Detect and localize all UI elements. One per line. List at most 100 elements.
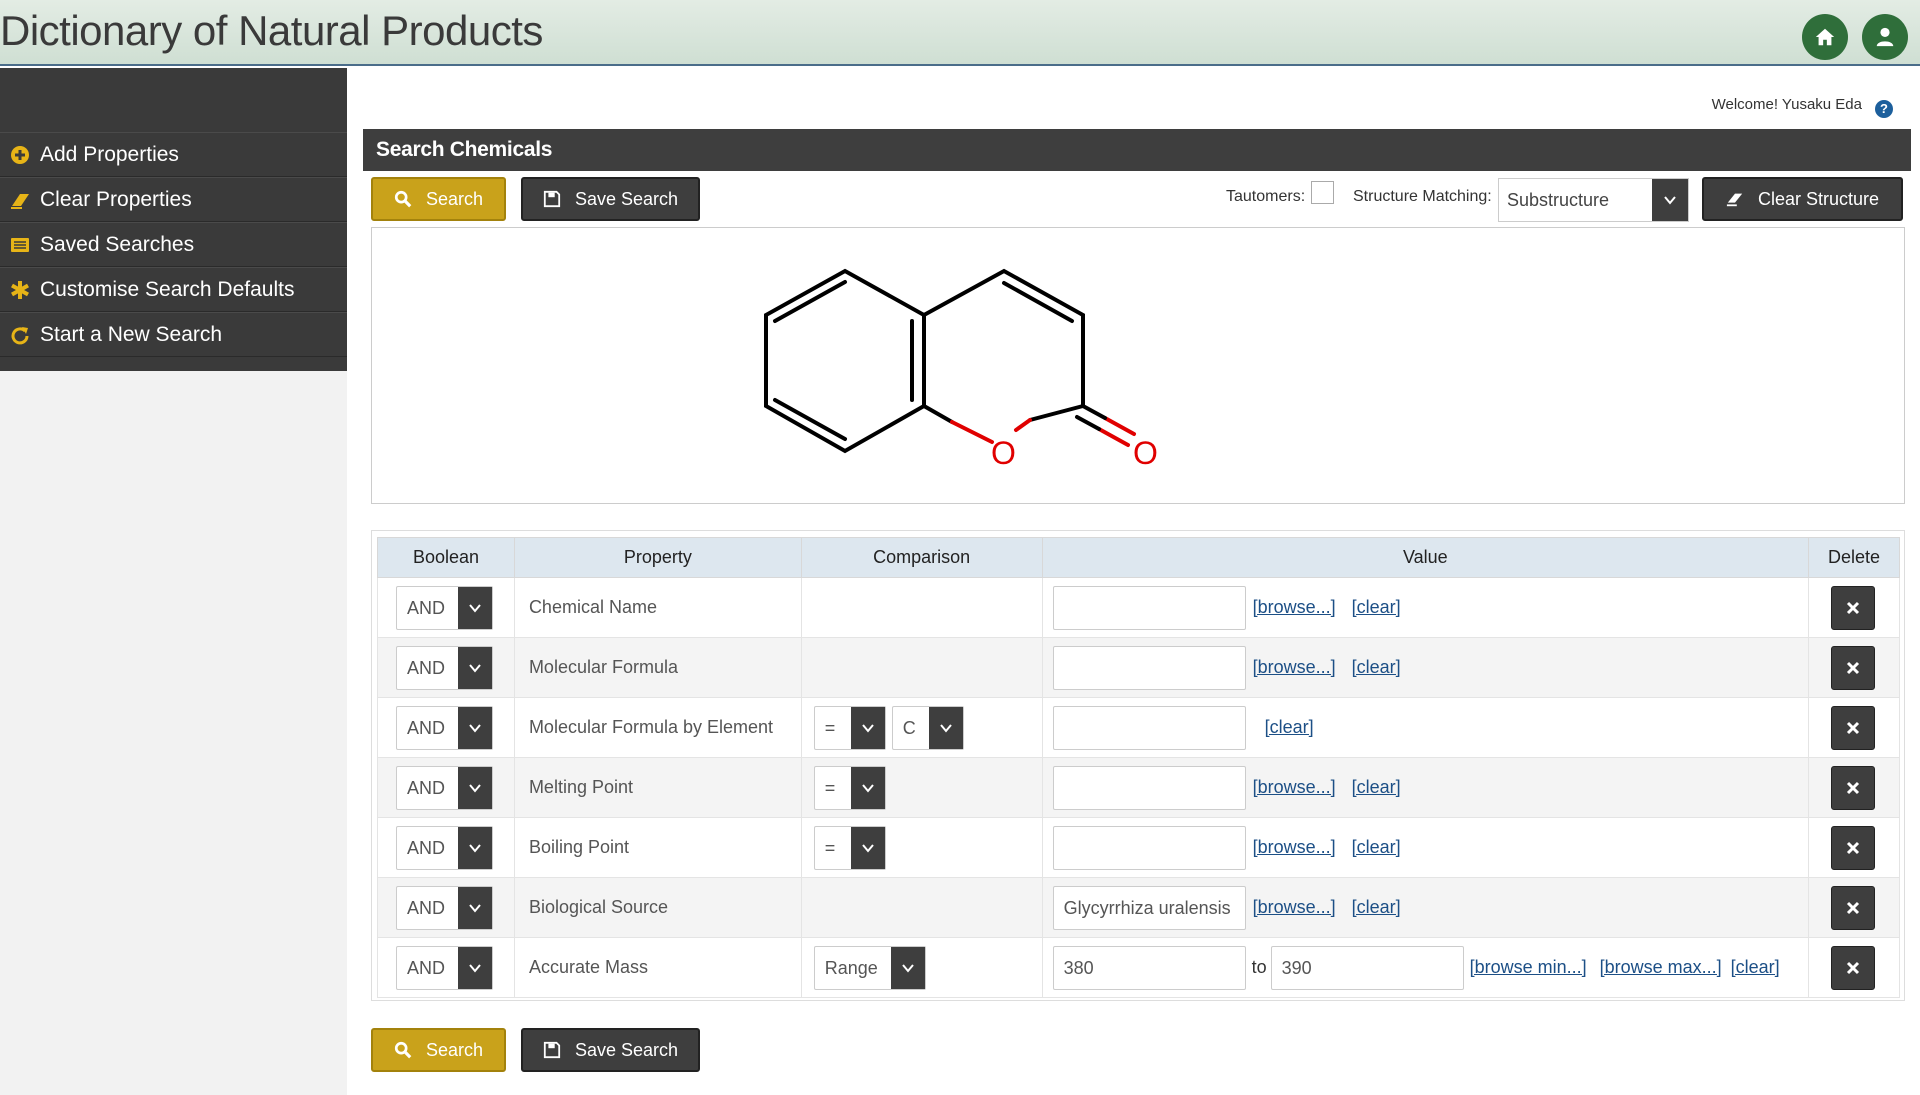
chevron-down-icon [850, 707, 885, 749]
value-input[interactable] [1052, 586, 1246, 630]
table-row: AND Molecular Formula [browse...] [clear… [377, 637, 1900, 698]
structure-editor[interactable]: O O [371, 227, 1905, 504]
clear-link[interactable]: [clear] [1352, 777, 1401, 798]
structure-matching-label: Structure Matching: [1353, 188, 1492, 205]
boolean-select[interactable]: AND [396, 646, 493, 690]
structure-matching-select[interactable]: Substructure [1498, 178, 1689, 222]
list-icon [10, 235, 30, 255]
browse-link[interactable]: [browse...] [1253, 657, 1336, 678]
boolean-select[interactable]: AND [396, 706, 493, 750]
delete-row-button[interactable] [1831, 826, 1876, 870]
comparison-select[interactable]: = [813, 766, 886, 810]
sidebar-item-clear-properties[interactable]: Clear Properties [0, 177, 347, 222]
table-row: AND Boiling Point = [browse...] [clear] [377, 817, 1900, 878]
browse-min-link[interactable]: [browse min...] [1470, 957, 1587, 978]
property-label: Biological Source [528, 897, 669, 917]
comparison-select[interactable]: = [813, 706, 886, 750]
home-button[interactable] [1802, 14, 1848, 60]
sidebar-item-add-properties[interactable]: Add Properties [0, 132, 347, 177]
close-icon [1846, 721, 1860, 735]
comparison-select[interactable]: Range [813, 946, 926, 990]
help-icon[interactable]: ? [1875, 100, 1893, 118]
search-icon [394, 1041, 412, 1059]
delete-row-button[interactable] [1831, 946, 1876, 990]
sidebar-item-customise-defaults[interactable]: Customise Search Defaults [0, 267, 347, 312]
clear-link[interactable]: [clear] [1352, 657, 1401, 678]
delete-row-button[interactable] [1831, 586, 1876, 630]
value-input[interactable] [1052, 706, 1246, 750]
user-button[interactable] [1862, 14, 1908, 60]
clear-structure-button[interactable]: Clear Structure [1702, 177, 1903, 221]
search-button-top[interactable]: Search [371, 177, 506, 221]
clear-link[interactable]: [clear] [1352, 597, 1401, 618]
chevron-down-icon [458, 647, 492, 689]
chevron-down-icon [458, 947, 492, 989]
save-search-button-top[interactable]: Save Search [521, 177, 700, 221]
search-icon [394, 190, 412, 208]
sidebar-menu: Add Properties Clear Properties Saved Se… [0, 132, 347, 357]
chevron-down-icon [890, 947, 925, 989]
header-boolean: Boolean [377, 537, 515, 578]
browse-link[interactable]: [browse...] [1253, 837, 1336, 858]
value-input[interactable] [1052, 826, 1246, 870]
delete-row-button[interactable] [1831, 706, 1876, 750]
close-icon [1846, 901, 1860, 915]
atom-label-o-carbonyl: O [1133, 435, 1158, 471]
browse-max-link[interactable]: [browse max...] [1600, 957, 1722, 978]
element-select[interactable]: C [891, 706, 964, 750]
chevron-down-icon [458, 767, 492, 809]
close-icon [1846, 601, 1860, 615]
clear-link[interactable]: [clear] [1265, 717, 1314, 738]
min-value-input[interactable]: 380 [1052, 946, 1246, 990]
value-input[interactable] [1052, 646, 1246, 690]
close-icon [1846, 961, 1860, 975]
header-comparison: Comparison [800, 537, 1043, 578]
user-icon [1876, 27, 1894, 47]
clear-link[interactable]: [clear] [1352, 837, 1401, 858]
tautomers-checkbox[interactable] [1311, 181, 1334, 204]
boolean-select[interactable]: AND [396, 946, 493, 990]
boolean-select[interactable]: AND [396, 766, 493, 810]
browse-link[interactable]: [browse...] [1253, 777, 1336, 798]
welcome-text: Welcome! Yusaku Eda [1711, 96, 1862, 113]
delete-row-button[interactable] [1831, 646, 1876, 690]
app-title: Dictionary of Natural Products [0, 7, 543, 54]
sidebar-item-saved-searches[interactable]: Saved Searches [0, 222, 347, 267]
boolean-select[interactable]: AND [396, 586, 493, 630]
sidebar-item-label: Saved Searches [40, 232, 195, 256]
table-row: AND Accurate Mass Range 380 to 390 [brow… [377, 937, 1900, 998]
header-delete: Delete [1808, 537, 1900, 578]
boolean-select[interactable]: AND [396, 886, 493, 930]
boolean-select[interactable]: AND [396, 826, 493, 870]
header-value: Value [1041, 537, 1810, 578]
delete-row-button[interactable] [1831, 766, 1876, 810]
delete-row-button[interactable] [1831, 886, 1876, 930]
browse-link[interactable]: [browse...] [1253, 897, 1336, 918]
properties-table: Boolean Property Comparison Value Delete… [377, 537, 1900, 998]
save-icon [543, 190, 561, 208]
comparison-select[interactable]: = [813, 826, 886, 870]
chevron-down-icon [458, 707, 492, 749]
chevron-down-icon [1652, 179, 1688, 221]
value-input[interactable]: Glycyrrhiza uralensis [1052, 886, 1246, 930]
tautomers-label: Tautomers: [1226, 188, 1306, 205]
sidebar-item-new-search[interactable]: Start a New Search [0, 312, 347, 357]
property-label: Boiling Point [528, 837, 630, 857]
table-row: AND Molecular Formula by Element = C [cl… [377, 697, 1900, 758]
home-icon [1815, 28, 1835, 46]
search-button-bottom[interactable]: Search [371, 1028, 506, 1072]
sidebar: Add Properties Clear Properties Saved Se… [0, 68, 347, 1095]
max-value-input[interactable]: 390 [1270, 946, 1464, 990]
table-row: AND Biological Source Glycyrrhiza uralen… [377, 877, 1900, 938]
eraser-icon [10, 190, 30, 210]
clear-link[interactable]: [clear] [1352, 897, 1401, 918]
browse-link[interactable]: [browse...] [1253, 597, 1336, 618]
app-header: Dictionary of Natural Products [0, 0, 1920, 66]
close-icon [1846, 781, 1860, 795]
close-icon [1846, 841, 1860, 855]
clear-link[interactable]: [clear] [1731, 957, 1780, 978]
property-label: Molecular Formula by Element [528, 717, 774, 737]
save-search-button-bottom[interactable]: Save Search [521, 1028, 700, 1072]
value-input[interactable] [1052, 766, 1246, 810]
sidebar-item-label: Start a New Search [40, 322, 223, 346]
